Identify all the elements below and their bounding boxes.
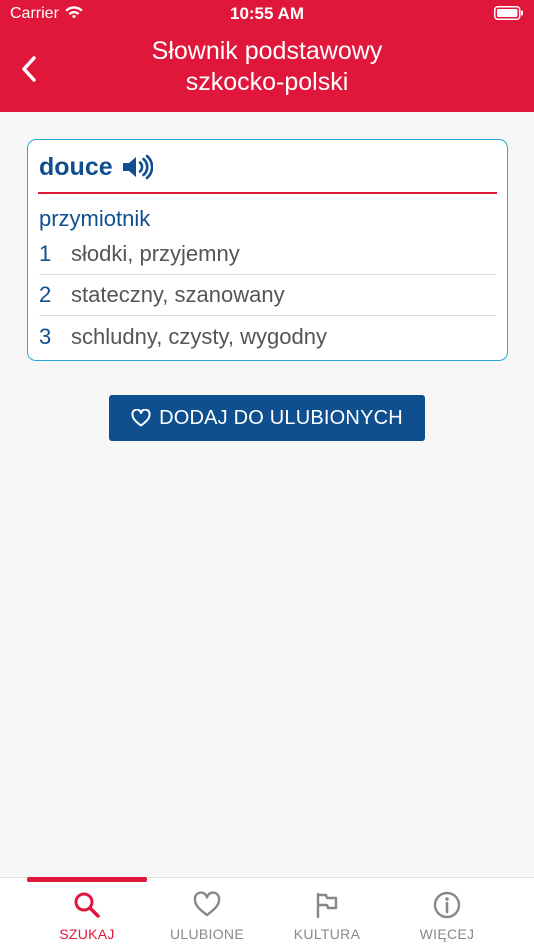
heart-icon (193, 891, 221, 917)
sense-number: 1 (39, 241, 52, 266)
chevron-left-icon[interactable] (18, 54, 40, 84)
sense-item: 1 słodki, przyjemny (39, 234, 496, 275)
status-time: 10:55 AM (229, 4, 304, 23)
add-to-favorites-button[interactable]: DODAJ DO ULUBIONYCH (109, 395, 425, 441)
status-bar: Carrier 10:55 AM (0, 0, 534, 30)
tab-label: ULUBIONE (170, 926, 244, 942)
flag-icon (316, 892, 338, 919)
active-tab-indicator (27, 877, 147, 882)
sense-number: 2 (39, 282, 52, 307)
tab-label: WIĘCEJ (419, 926, 475, 942)
heart-outline-icon (131, 409, 151, 427)
part-of-speech: przymiotnik (39, 206, 151, 231)
app-header: Carrier 10:55 AM Słownik podstawowy szko… (0, 0, 534, 112)
sense-item: 3 schludny, czysty, wygodny (39, 316, 496, 357)
sense-text: stateczny, szanowany (71, 282, 285, 307)
battery-icon (494, 6, 523, 20)
page-title-line1: Słownik podstawowy (151, 37, 383, 65)
info-icon (433, 891, 461, 919)
tab-kultura[interactable]: KULTURA (267, 890, 387, 948)
headword-divider (38, 192, 497, 194)
sense-text: schludny, czysty, wygodny (71, 323, 327, 349)
headword-row: douce (39, 152, 153, 182)
add-to-favorites-label: DODAJ DO ULUBIONYCH (159, 406, 403, 429)
tab-label: SZUKAJ (59, 926, 115, 942)
sense-list: 1 słodki, przyjemny 2 stateczny, szanowa… (39, 234, 496, 357)
tab-label: KULTURA (293, 926, 361, 942)
sense-number: 3 (39, 323, 52, 349)
tab-wiecej[interactable]: WIĘCEJ (387, 890, 507, 948)
entry-card: douce przymiotnik 1 słodki, przyjemny 2 … (27, 139, 508, 361)
search-icon (74, 892, 100, 918)
sense-item: 2 stateczny, szanowany (39, 275, 496, 316)
tab-ulubione[interactable]: ULUBIONE (147, 890, 267, 948)
tab-bar: SZUKAJ ULUBIONE KULTURA WIĘCEJ (0, 877, 534, 950)
tab-szukaj[interactable]: SZUKAJ (27, 890, 147, 948)
page-title: Słownik podstawowy szkocko-polski (80, 36, 454, 98)
page-title-line2: szkocko-polski (185, 68, 349, 96)
speaker-icon[interactable] (121, 154, 153, 180)
sense-text: słodki, przyjemny (71, 241, 240, 266)
headword: douce (39, 152, 113, 181)
